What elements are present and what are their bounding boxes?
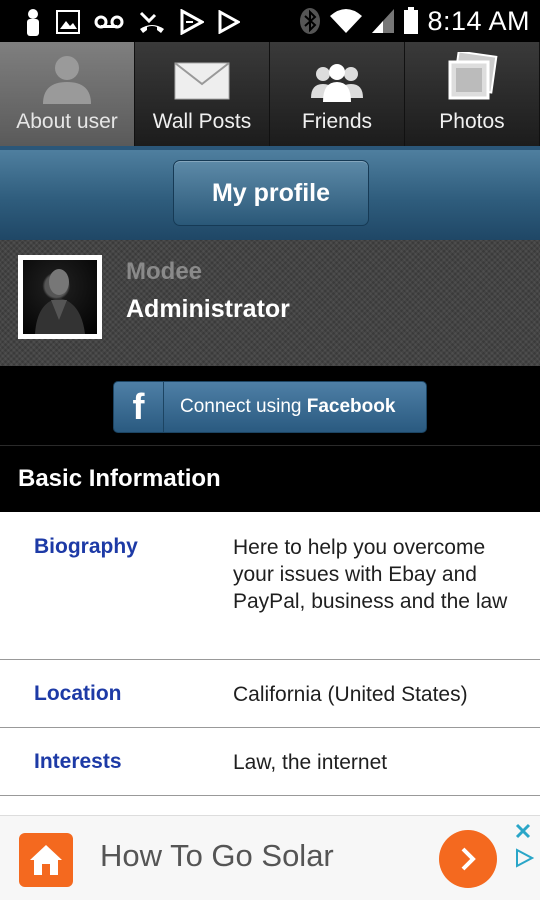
tab-about-user[interactable]: About user: [0, 42, 135, 146]
my-profile-button[interactable]: My profile: [173, 160, 369, 226]
info-row-interests: Interests Law, the internet: [0, 728, 540, 796]
play-store-icon: [180, 9, 204, 35]
friends-icon: [311, 64, 363, 102]
ad-banner[interactable]: How To Go Solar: [0, 815, 540, 900]
info-row-location: Location California (United States): [0, 660, 540, 728]
ad-choices-icon[interactable]: [514, 848, 534, 868]
profile-header: My profile: [0, 150, 540, 240]
tab-label: Friends: [301, 110, 373, 133]
bluetooth-icon: [300, 8, 321, 34]
tab-photos[interactable]: Photos: [405, 42, 540, 146]
clock: 8:14 AM: [427, 5, 530, 36]
image-icon: [56, 10, 80, 34]
signal-icon: [372, 9, 395, 33]
section-title: Basic Information: [0, 446, 540, 512]
user-role: Administrator: [126, 295, 290, 323]
facebook-connect-area: f Connect using Facebook: [0, 366, 540, 446]
user-name: Modee: [126, 258, 203, 285]
info-row-biography: Biography Here to help you overcome your…: [0, 512, 540, 660]
user-card: Modee Administrator: [0, 240, 540, 366]
house-icon: [19, 833, 73, 887]
facebook-icon: f: [114, 382, 164, 432]
info-value: Here to help you overcome your issues wi…: [233, 536, 508, 613]
info-value: California (United States): [233, 683, 468, 706]
ad-go-button[interactable]: [439, 830, 497, 888]
photos-icon: [448, 52, 498, 100]
status-bar: 8:14 AM: [0, 0, 540, 42]
avatar[interactable]: [18, 255, 102, 339]
tab-bar: About user Wall Posts Friends Photos: [0, 42, 540, 146]
tab-label: Photos: [439, 110, 505, 133]
avatar-photo: [23, 260, 97, 334]
battery-icon: [404, 7, 419, 34]
play-icon: [218, 10, 240, 34]
ad-text: How To Go Solar: [100, 838, 334, 873]
tab-label: Wall Posts: [152, 110, 252, 133]
info-value: Law, the internet: [233, 751, 388, 774]
info-key: Interests: [34, 750, 122, 773]
info-key: Location: [34, 682, 122, 705]
avatar-figure-icon: [35, 269, 85, 334]
ad-close-icon[interactable]: [514, 822, 532, 840]
chevron-right-icon: [461, 847, 476, 871]
facebook-label-prefix: Connect using: [180, 396, 307, 417]
tab-wall-posts[interactable]: Wall Posts: [135, 42, 270, 146]
user-silhouette-icon: [43, 56, 91, 104]
tab-label: About user: [16, 110, 118, 133]
missed-call-icon: [139, 11, 164, 33]
wifi-icon: [330, 9, 363, 33]
info-table: Biography Here to help you overcome your…: [0, 512, 540, 796]
facebook-button-label: Connect using Facebook: [164, 396, 395, 418]
envelope-icon: [174, 62, 230, 100]
voicemail-icon: [94, 15, 124, 29]
facebook-label-brand: Facebook: [306, 396, 396, 417]
tab-friends[interactable]: Friends: [270, 42, 405, 146]
info-key: Biography: [34, 535, 138, 558]
facebook-connect-button[interactable]: f Connect using Facebook: [113, 381, 427, 433]
person-icon: [27, 9, 39, 36]
